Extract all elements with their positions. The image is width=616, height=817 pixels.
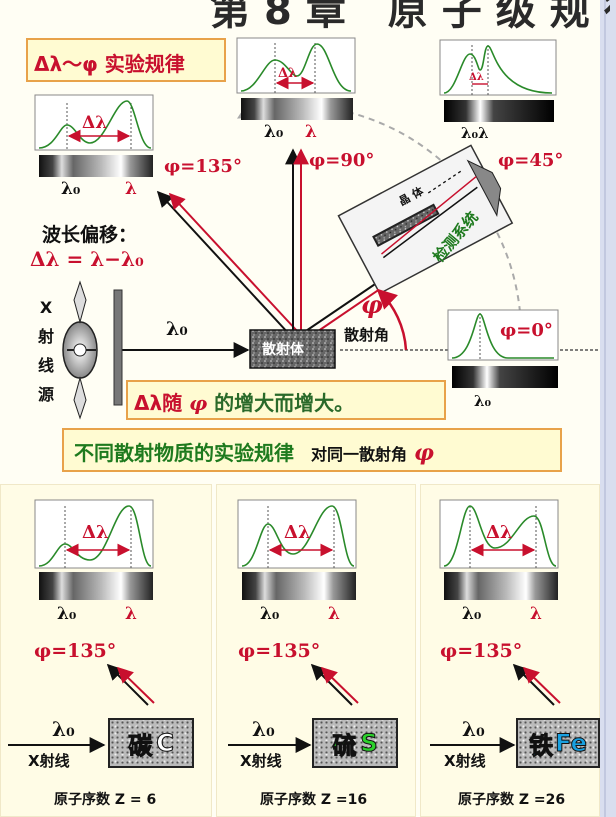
b2-angle: φ=135°	[238, 640, 321, 662]
b1-source: X射线	[28, 752, 70, 770]
b2-source: X射线	[240, 752, 282, 770]
bottom-plot-2	[237, 499, 357, 600]
xray-tube-icon	[62, 280, 98, 420]
b1-angle: φ=135°	[34, 640, 117, 662]
scatter-ray-135-red	[168, 192, 299, 333]
angle-90: φ=90°	[309, 150, 375, 171]
material-iron: 铁 Fe	[516, 718, 600, 768]
angle-135: φ=135°	[164, 156, 242, 177]
angle-45: φ=45°	[498, 150, 564, 171]
b2-delta: Δλ	[284, 522, 311, 543]
scatter-angle-label: 散射角	[344, 326, 390, 344]
slide: 第8章 原子级规律	[0, 0, 616, 817]
material-carbon: 碳C	[108, 718, 194, 768]
material-sulfur: 硫S	[312, 718, 398, 768]
b1-delta: Δλ	[82, 522, 109, 543]
wavelength-shift-formula: Δλ = λ−λ₀	[30, 247, 144, 271]
b3-input-lambda0: λ₀	[462, 717, 485, 741]
plot-45	[439, 39, 557, 122]
wavelength-shift-title: 波长偏移：	[42, 224, 138, 246]
plot90-lambda0: λ₀	[264, 122, 284, 142]
b3-lambda0: λ₀	[462, 604, 482, 624]
conclusion-box: Δλ随 φ 的增大而增大。	[126, 380, 446, 420]
b3-angle: φ=135°	[440, 640, 523, 662]
scatter-angle-phi: φ	[361, 290, 383, 319]
b2-lambda: λ	[328, 604, 340, 624]
scatter-ray-135-black	[156, 190, 291, 336]
plot45-delta: Δλ	[469, 72, 484, 83]
b2-input-lambda0: λ₀	[252, 717, 275, 741]
b2-lambda0: λ₀	[260, 604, 280, 624]
collimator	[113, 289, 123, 406]
b3-source: X射线	[444, 752, 486, 770]
b3-atomic-number: 原子序数 Z =26	[458, 792, 566, 808]
angle-0: φ=0°	[500, 320, 553, 341]
b3-delta: Δλ	[486, 522, 513, 543]
incident-lambda0: λ₀	[166, 318, 188, 340]
b1-input-lambda0: λ₀	[52, 717, 75, 741]
plot45-lambda0lambda: λ₀λ	[461, 124, 489, 142]
bottom-plot-3	[439, 499, 559, 600]
bottom-plot-1	[34, 499, 154, 600]
plot90-delta: Δλ	[278, 66, 298, 81]
plot135-lambda: λ	[125, 179, 137, 199]
scatterer-label: 散射体	[262, 342, 304, 358]
b1-atomic-number: 原子序数 Z = 6	[54, 792, 157, 808]
plot-135	[34, 94, 154, 177]
section2-header: 不同散射物质的实验规律 对同一散射角 φ	[62, 428, 562, 472]
plot135-delta: Δλ	[82, 113, 108, 133]
b3-lambda: λ	[530, 604, 542, 624]
plot0-lambda0: λ₀	[474, 392, 492, 410]
header-label: Δλ～φ 实验规律	[26, 38, 226, 82]
plot90-lambda: λ	[305, 122, 317, 142]
b1-lambda0: λ₀	[57, 604, 77, 624]
xray-source-label: X 射 线 源	[37, 298, 54, 404]
b2-atomic-number: 原子序数 Z =16	[260, 792, 368, 808]
plot135-lambda0: λ₀	[61, 179, 81, 199]
b1-lambda: λ	[125, 604, 137, 624]
